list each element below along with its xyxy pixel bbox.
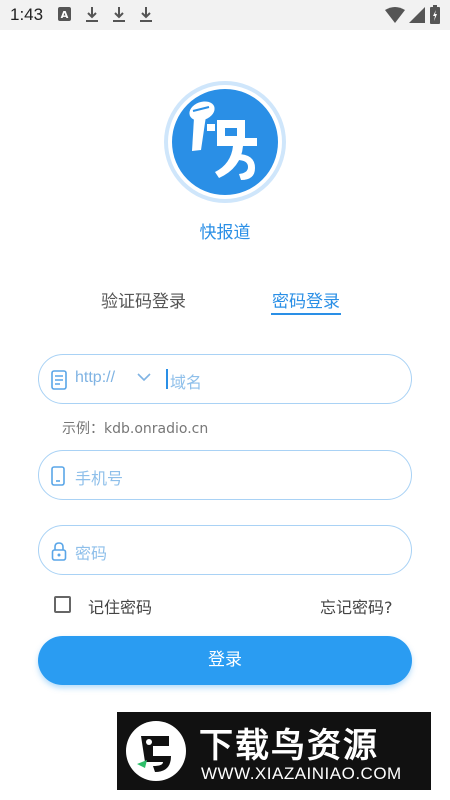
domain-input[interactable]: 域名 [170,369,202,393]
forgot-password-link[interactable]: 忘记密码? [320,594,393,618]
svg-text:A: A [61,10,69,21]
login-button[interactable]: 登录 [38,636,412,685]
password-field[interactable]: 密码 [38,525,412,575]
domain-example-hint: 示例：kdb.onradio.cn [62,421,209,437]
chevron-down-icon[interactable] [137,372,151,382]
download-icon [140,7,152,22]
remember-password-checkbox[interactable] [54,596,71,613]
font-a-icon: A [58,7,71,21]
status-bar: 1:43 A [0,0,450,30]
watermark-title: 下载鸟资源 [199,726,379,766]
bird-logo-icon [126,721,186,781]
app-logo [164,81,286,203]
wifi-icon [385,7,405,23]
domain-field[interactable]: http:// 域名 [38,354,412,404]
download-icon [113,7,125,22]
watermark-banner: 下载鸟资源 WWW.XIAZAINIAO.COM [117,712,431,790]
lock-icon [51,542,67,561]
signal-icon [409,7,425,23]
phone-icon [51,466,65,486]
phone-field[interactable]: 手机号 [38,450,412,500]
protocol-select[interactable]: http:// [75,369,115,387]
tab-password-login[interactable]: 密码登录 [272,287,340,312]
battery-icon [430,5,440,24]
text-cursor [166,369,168,389]
document-icon [51,370,67,390]
password-input[interactable]: 密码 [75,540,107,564]
watermark-url: WWW.XIAZAINIAO.COM [201,764,402,783]
phone-input[interactable]: 手机号 [75,465,123,489]
active-tab-indicator [271,313,341,315]
download-icon [86,7,98,22]
remember-password-label[interactable]: 记住密码 [88,594,152,618]
app-name: 快报道 [199,223,251,243]
tab-sms-login[interactable]: 验证码登录 [101,287,186,312]
status-time: 1:43 [10,5,44,24]
